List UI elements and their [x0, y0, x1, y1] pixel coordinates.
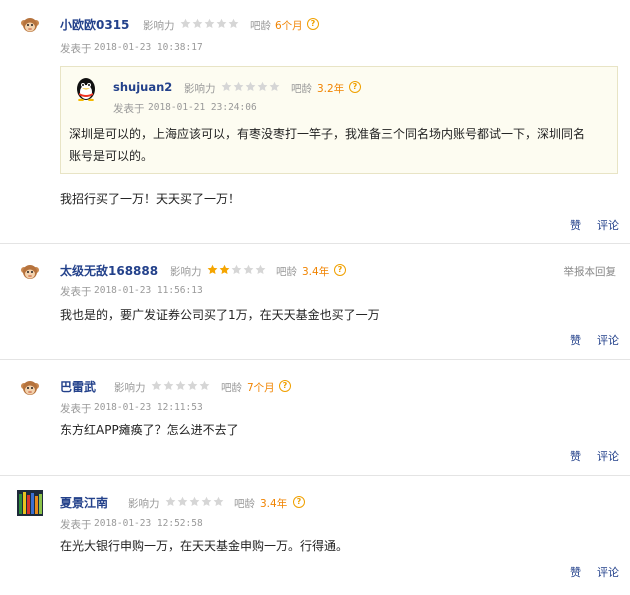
question-icon[interactable]: ? [279, 380, 291, 392]
quoted-reply: shujuan2 影响力 吧龄 3.2年 ? 发表于 2018-01-21 23… [60, 66, 618, 174]
quoted-username-link[interactable]: shujuan2 [113, 80, 172, 94]
comment-item: 小欧欧0315 影响力 吧龄 6个月 ? 发表于 2018-01-23 10:3… [0, 0, 630, 243]
posted-at-label: 发表于 [113, 103, 145, 115]
bar-age-label: 吧龄 [221, 382, 242, 394]
influence-label: 影响力 [128, 498, 160, 510]
star-empty-icon [243, 264, 254, 275]
star-empty-icon [151, 380, 162, 391]
colored-pencils-avatar[interactable] [17, 490, 43, 516]
comment-button[interactable]: 评论 [597, 332, 619, 348]
bar-age-label: 吧龄 [291, 83, 312, 95]
comment-button[interactable]: 评论 [597, 448, 619, 464]
post-time: 2018-01-23 12:52:58 [94, 518, 203, 529]
influence-stars [180, 18, 240, 30]
like-button[interactable]: 赞 [570, 564, 581, 580]
star-empty-icon [163, 380, 174, 391]
posted-at-label: 发表于 [60, 403, 92, 415]
quoted-text-line: 账号是可以的。 [69, 149, 154, 163]
monkey-avatar[interactable] [20, 262, 40, 282]
star-filled-icon [207, 264, 218, 275]
star-empty-icon [204, 18, 215, 29]
like-button[interactable]: 赞 [570, 332, 581, 348]
star-empty-icon [213, 496, 224, 507]
star-empty-icon [180, 18, 191, 29]
influence-stars [207, 264, 267, 276]
bar-age-label: 吧龄 [276, 266, 297, 278]
posted-at-label: 发表于 [60, 286, 92, 298]
quoted-text-line: 深圳是可以的，上海应该可以，有枣没枣打一竿子，我准备三个同名场内账号都试一下，深… [69, 127, 586, 141]
star-empty-icon [269, 81, 280, 92]
question-icon[interactable]: ? [334, 264, 346, 276]
star-empty-icon [216, 18, 227, 29]
influence-stars [221, 81, 281, 93]
like-button[interactable]: 赞 [570, 448, 581, 464]
bar-age-value: 6个月 [275, 20, 303, 32]
star-empty-icon [201, 496, 212, 507]
penguin-avatar[interactable] [74, 77, 98, 101]
comment-button[interactable]: 评论 [597, 564, 619, 580]
post-content: 我招行买了一万！天天买了一万！ [60, 192, 241, 206]
influence-stars [165, 496, 225, 508]
influence-label: 影响力 [114, 382, 146, 394]
posted-at-label: 发表于 [60, 519, 92, 531]
report-reply-link[interactable]: 举报本回复 [564, 264, 617, 279]
influence-label: 影响力 [143, 20, 175, 32]
star-empty-icon [187, 380, 198, 391]
comment-item: 太级无敌168888 影响力 吧龄 3.4年 ? 举报本回复 发表于 2018-… [0, 244, 630, 359]
star-empty-icon [177, 496, 188, 507]
star-empty-icon [231, 264, 242, 275]
post-content: 东方红APP瘫痪了？怎么进不去了 [60, 423, 239, 437]
star-empty-icon [245, 81, 256, 92]
star-empty-icon [189, 496, 200, 507]
post-content: 我也是的，要广发证券公司买了1万，在天天基金也买了一万 [60, 308, 380, 322]
monkey-avatar[interactable] [20, 378, 40, 398]
like-button[interactable]: 赞 [570, 217, 581, 233]
star-empty-icon [199, 380, 210, 391]
monkey-avatar[interactable] [20, 15, 40, 35]
star-empty-icon [228, 18, 239, 29]
star-empty-icon [257, 81, 268, 92]
username-link[interactable]: 夏景江南 [60, 494, 108, 511]
bar-age-label: 吧龄 [250, 20, 271, 32]
influence-stars [151, 380, 211, 392]
star-empty-icon [255, 264, 266, 275]
post-time: 2018-01-23 11:56:13 [94, 285, 203, 296]
post-time: 2018-01-23 12:11:53 [94, 402, 203, 413]
question-icon[interactable]: ? [349, 81, 361, 93]
post-content: 在光大银行申购一万，在天天基金申购一万。行得通。 [60, 539, 349, 553]
influence-label: 影响力 [184, 83, 216, 95]
bar-age-value: 3.2年 [317, 83, 345, 95]
star-empty-icon [233, 81, 244, 92]
star-empty-icon [221, 81, 232, 92]
question-icon[interactable]: ? [307, 18, 319, 30]
bar-age-value: 3.4年 [302, 266, 330, 278]
comment-item: 夏景江南 影响力 吧龄 3.4年 ? 发表于 2018-01-23 12:52:… [0, 476, 630, 595]
bar-age-value: 7个月 [247, 382, 275, 394]
post-time: 2018-01-23 10:38:17 [94, 42, 203, 53]
bar-age-label: 吧龄 [234, 498, 255, 510]
comment-button[interactable]: 评论 [597, 217, 619, 233]
star-empty-icon [192, 18, 203, 29]
quoted-post-time: 2018-01-21 23:24:06 [148, 102, 257, 113]
comment-item: 巴雷武 影响力 吧龄 7个月 ? 发表于 2018-01-23 12:11:53… [0, 360, 630, 475]
username-link[interactable]: 巴雷武 [60, 378, 96, 395]
star-filled-icon [219, 264, 230, 275]
bar-age-value: 3.4年 [260, 498, 288, 510]
influence-label: 影响力 [170, 266, 202, 278]
star-empty-icon [175, 380, 186, 391]
question-icon[interactable]: ? [293, 496, 305, 508]
username-link[interactable]: 小欧欧0315 [60, 16, 129, 33]
posted-at-label: 发表于 [60, 43, 92, 55]
star-empty-icon [165, 496, 176, 507]
username-link[interactable]: 太级无敌168888 [60, 262, 158, 279]
